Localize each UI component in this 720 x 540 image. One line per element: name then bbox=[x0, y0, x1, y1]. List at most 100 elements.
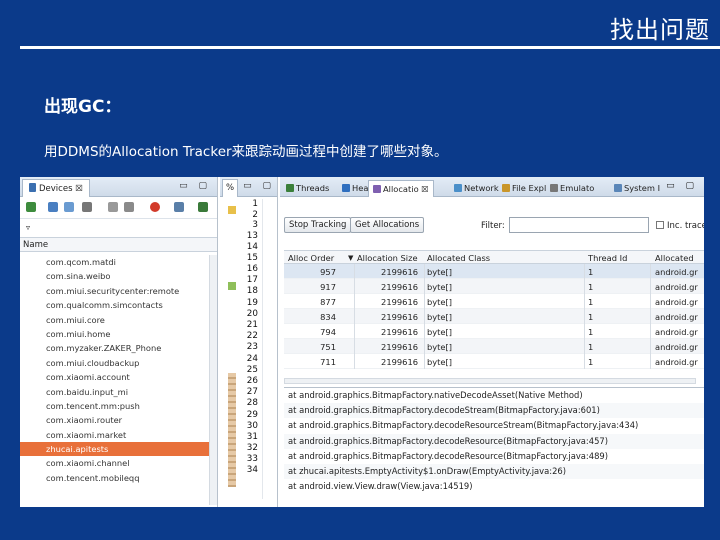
view-menu-icon[interactable]: ▿ bbox=[26, 223, 30, 232]
dump-hprof-icon[interactable] bbox=[64, 202, 74, 212]
annotation-marker-icon bbox=[228, 373, 236, 487]
cell-thread: 1 bbox=[588, 342, 594, 352]
device-process-row[interactable]: com.qualcomm.simcontacts bbox=[20, 298, 216, 312]
device-process-row[interactable]: com.xiaomi.channel bbox=[20, 456, 216, 470]
col-thread-id[interactable]: Thread Id bbox=[588, 253, 627, 263]
allocation-table: Alloc Order ▼ Allocation Size Allocated … bbox=[284, 250, 704, 369]
device-process-row[interactable]: com.tencent.mobileqq bbox=[20, 471, 216, 485]
minimize-maximize-icons[interactable]: ▭ ▢ bbox=[179, 181, 211, 191]
stack-trace-line[interactable]: at android.graphics.BitmapFactory.decode… bbox=[284, 403, 704, 419]
inc-trace-checkbox[interactable]: Inc. trace bbox=[656, 221, 704, 231]
device-process-row[interactable]: com.xiaomi.router bbox=[20, 413, 216, 427]
devices-scrollbar[interactable] bbox=[209, 255, 217, 505]
cell-thread: 1 bbox=[588, 282, 594, 292]
device-process-row[interactable]: com.miui.cloudbackup bbox=[20, 356, 216, 370]
slide-subtext: 用DDMS的Allocation Tracker来跟踪动画过程中创建了哪些对象。 bbox=[44, 144, 448, 160]
allocation-row[interactable]: 751 2199616 byte[] 1 android.gr bbox=[284, 339, 704, 354]
column-divider bbox=[354, 279, 355, 294]
device-process-row[interactable]: com.qcom.matdi bbox=[20, 255, 216, 269]
ddms-tab[interactable]: Threads bbox=[282, 180, 333, 197]
allocation-row[interactable]: 711 2199616 byte[] 1 android.gr bbox=[284, 354, 704, 369]
device-process-row[interactable]: com.myzaker.ZAKER_Phone bbox=[20, 341, 216, 355]
table-header: Alloc Order ▼ Allocation Size Allocated … bbox=[284, 250, 704, 264]
column-divider bbox=[424, 279, 425, 294]
devices-tab-label: Devices ☒ bbox=[39, 184, 83, 194]
allocation-row[interactable]: 834 2199616 byte[] 1 android.gr bbox=[284, 309, 704, 324]
cell-order: 917 bbox=[320, 282, 336, 292]
col-allocation-size[interactable]: Allocation Size bbox=[357, 253, 418, 263]
stack-trace-line[interactable]: at android.graphics.BitmapFactory.decode… bbox=[284, 449, 704, 464]
get-allocations-button[interactable]: Get Allocations bbox=[350, 217, 425, 233]
cell-allocated: android.gr bbox=[655, 312, 698, 322]
cell-size: 2199616 bbox=[381, 297, 418, 307]
ddms-tab[interactable]: Allocatio ☒ bbox=[368, 180, 434, 197]
screen-capture-icon[interactable] bbox=[174, 202, 184, 212]
allocation-row[interactable]: 957 2199616 byte[] 1 android.gr bbox=[284, 264, 704, 279]
device-process-row[interactable]: com.tencent.mm:push bbox=[20, 399, 216, 413]
devices-tab[interactable]: Devices ☒ bbox=[22, 179, 90, 197]
allocation-row[interactable]: 794 2199616 byte[] 1 android.gr bbox=[284, 324, 704, 339]
line-number: 27 bbox=[246, 387, 258, 398]
column-divider bbox=[650, 354, 651, 369]
cell-class: byte[] bbox=[427, 327, 453, 337]
method-profiling-icon[interactable] bbox=[124, 202, 134, 212]
device-process-row[interactable]: com.miui.securitycenter:remote bbox=[20, 284, 216, 298]
panel-controls[interactable]: ▭ ▢ bbox=[666, 181, 698, 191]
device-process-row[interactable]: com.xiaomi.market bbox=[20, 428, 216, 442]
col-allocated-class[interactable]: Allocated Class bbox=[427, 253, 490, 263]
filter-input[interactable] bbox=[509, 217, 649, 233]
line-number: 34 bbox=[246, 465, 258, 476]
ddms-tab[interactable]: File Expl bbox=[498, 180, 550, 197]
device-process-row[interactable]: com.miui.home bbox=[20, 327, 216, 341]
cell-thread: 1 bbox=[588, 357, 594, 367]
allocation-row[interactable]: 917 2199616 byte[] 1 android.gr bbox=[284, 279, 704, 294]
allocation-row[interactable]: 877 2199616 byte[] 1 android.gr bbox=[284, 294, 704, 309]
tab-label: Network bbox=[464, 183, 499, 193]
col-alloc-order[interactable]: Alloc Order bbox=[288, 253, 334, 263]
col-allocated-in[interactable]: Allocated bbox=[655, 253, 694, 263]
stack-trace-line[interactable]: at android.view.View.draw(View.java:1451… bbox=[284, 479, 704, 494]
ddms-tab[interactable]: System I bbox=[610, 180, 664, 197]
cell-allocated: android.gr bbox=[655, 357, 698, 367]
slide-heading: 出现GC： bbox=[44, 97, 122, 117]
stack-trace-line[interactable]: at android.graphics.BitmapFactory.decode… bbox=[284, 418, 704, 433]
cell-order: 834 bbox=[320, 312, 336, 322]
stop-process-icon[interactable] bbox=[150, 202, 160, 212]
cell-class: byte[] bbox=[427, 342, 453, 352]
devices-toolbar-row-2: ▿ bbox=[20, 219, 217, 237]
ddms-tab[interactable]: Emulato bbox=[546, 180, 598, 197]
column-divider bbox=[424, 339, 425, 354]
gc-icon[interactable] bbox=[82, 202, 92, 212]
ddms-screenshot: Devices ☒ ▭ ▢ ▿ Name com.qcom.matdi com.s… bbox=[20, 177, 704, 507]
devices-toolbar bbox=[20, 197, 217, 219]
device-process-row[interactable]: com.miui.core bbox=[20, 313, 216, 327]
cell-class: byte[] bbox=[427, 357, 453, 367]
stack-trace-line[interactable]: at zhucai.apitests.EmptyActivity$1.onDra… bbox=[284, 463, 704, 480]
table-horizontal-scrollbar[interactable] bbox=[284, 378, 696, 384]
cell-thread: 1 bbox=[588, 267, 594, 277]
line-panel-tab[interactable]: % bbox=[222, 179, 239, 197]
heap-update-icon[interactable] bbox=[48, 202, 58, 212]
tab-icon bbox=[614, 184, 622, 192]
device-process-row[interactable]: com.xiaomi.account bbox=[20, 370, 216, 384]
cell-order: 877 bbox=[320, 297, 336, 307]
thread-update-icon[interactable] bbox=[108, 202, 118, 212]
device-process-row[interactable]: zhucai.apitests bbox=[20, 442, 216, 457]
line-number: 31 bbox=[246, 431, 258, 442]
column-divider bbox=[354, 294, 355, 309]
device-process-row[interactable]: com.sina.weibo bbox=[20, 269, 216, 283]
line-number: 29 bbox=[246, 409, 258, 420]
name-column-header[interactable]: Name bbox=[20, 237, 217, 252]
stack-trace-panel: at android.graphics.BitmapFactory.native… bbox=[284, 387, 704, 507]
menu-icon[interactable] bbox=[198, 202, 208, 212]
ddms-tab[interactable]: Network bbox=[450, 180, 503, 197]
stop-tracking-button[interactable]: Stop Tracking bbox=[284, 217, 352, 233]
stack-trace-line[interactable]: at android.graphics.BitmapFactory.decode… bbox=[284, 433, 704, 449]
stack-trace-line[interactable]: at android.graphics.BitmapFactory.native… bbox=[284, 388, 704, 403]
device-process-row[interactable]: com.baidu.input_mi bbox=[20, 385, 216, 399]
tab-icon bbox=[286, 184, 294, 192]
line-panel-controls[interactable]: ▭ ▢ bbox=[243, 181, 275, 191]
debug-icon[interactable] bbox=[26, 202, 36, 212]
column-divider bbox=[584, 264, 585, 279]
cell-size: 2199616 bbox=[381, 267, 418, 277]
